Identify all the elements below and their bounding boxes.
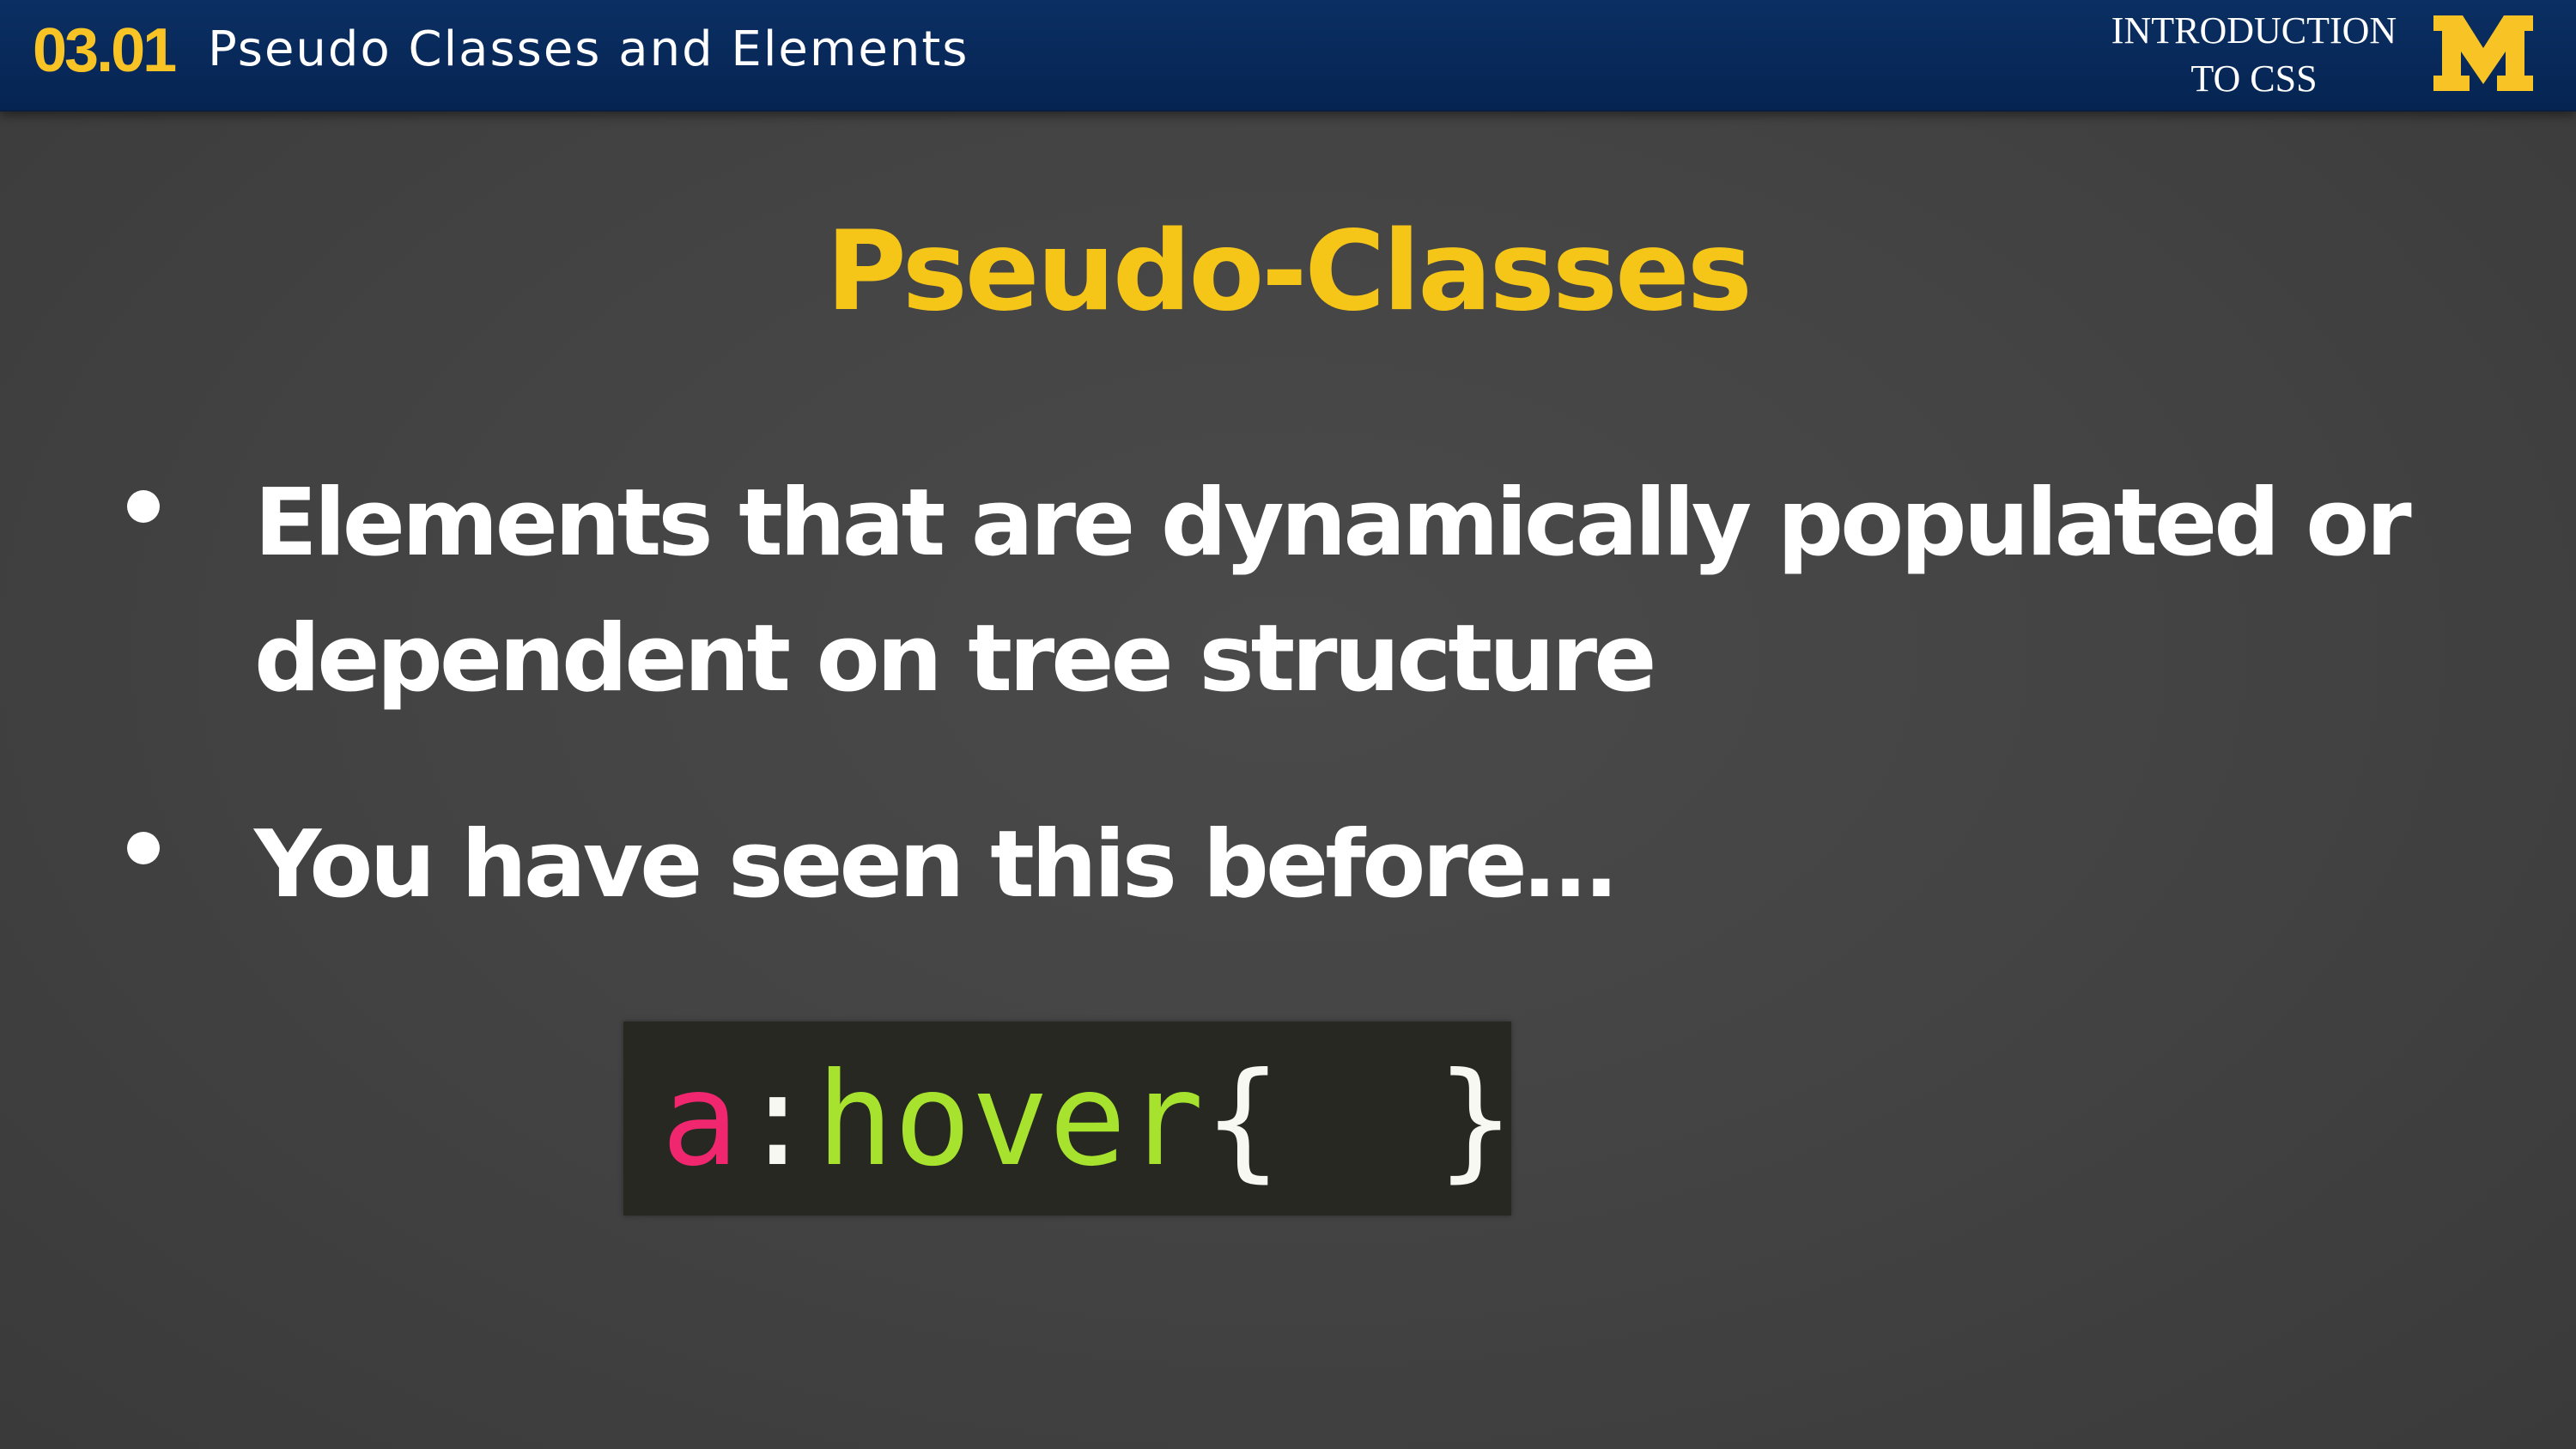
bullet-text: Elements that are dynamically populated … bbox=[254, 470, 2412, 712]
bullet-text: You have seen this before… bbox=[254, 811, 1617, 919]
bullet-item: You have seen this before… bbox=[0, 797, 2576, 935]
code-colon: : bbox=[738, 1046, 817, 1195]
code-close-brace: } bbox=[1437, 1046, 1515, 1195]
header-bar: 03.01 Pseudo Classes and Elements INTROD… bbox=[0, 0, 2576, 112]
code-line: a:hover{ } bbox=[661, 1047, 1514, 1193]
code-pseudo-class: hover bbox=[816, 1046, 1205, 1195]
bullet-item: Elements that are dynamically populated … bbox=[0, 456, 2576, 731]
code-gap bbox=[1281, 1046, 1437, 1195]
block-m-icon bbox=[2433, 15, 2533, 91]
code-open-brace: { bbox=[1204, 1046, 1282, 1195]
slide-title: Pseudo-Classes bbox=[826, 208, 1753, 336]
code-selector: a bbox=[661, 1046, 739, 1195]
lesson-title: Pseudo Classes and Elements bbox=[208, 21, 969, 77]
code-snippet: a:hover{ } bbox=[623, 1022, 1514, 1216]
bullet-dot-icon bbox=[127, 832, 160, 864]
lesson-number: 03.01 bbox=[33, 16, 177, 85]
bullet-dot-icon bbox=[127, 490, 160, 523]
course-name: INTRODUCTION TO CSS bbox=[2111, 9, 2397, 100]
